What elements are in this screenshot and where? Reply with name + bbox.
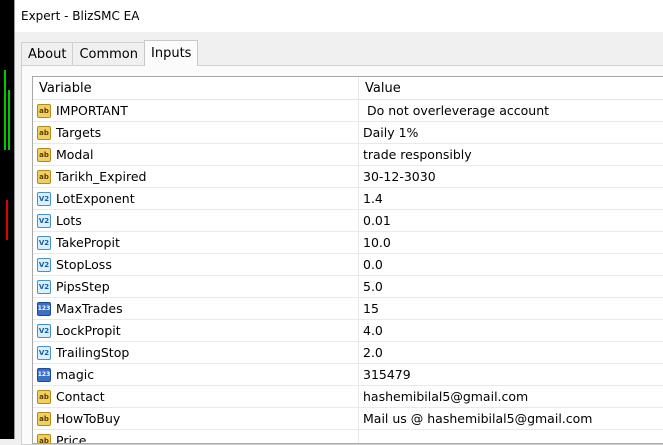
- table-row[interactable]: ab Targets Daily 1%: [33, 122, 663, 144]
- value-cell[interactable]: 4.0: [359, 320, 383, 341]
- tab-common[interactable]: Common: [72, 42, 145, 66]
- double-icon: V2: [37, 323, 51, 338]
- double-icon: V2: [37, 191, 51, 206]
- variable-cell: V2 Lots: [33, 210, 359, 231]
- variable-name: Contact: [56, 389, 105, 404]
- table-row[interactable]: 123 MaxTrades 15: [33, 298, 663, 320]
- variable-cell: ab IMPORTANT: [33, 100, 359, 121]
- double-icon: V2: [37, 279, 51, 294]
- inputs-table: Variable Value ab IMPORTANT Do not overlev…: [32, 76, 663, 444]
- variable-cell: 123 MaxTrades: [33, 298, 359, 319]
- double-icon: V2: [37, 345, 51, 360]
- value-cell[interactable]: Mail us @ hashemibilal5@gmail.com: [359, 408, 592, 429]
- double-icon: V2: [37, 235, 51, 250]
- table-row[interactable]: V2 Lots 0.01: [33, 210, 663, 232]
- variable-cell: ab Targets: [33, 122, 359, 143]
- title-bar[interactable]: Expert - BlizSMC EA: [15, 0, 663, 32]
- value-cell[interactable]: [359, 430, 363, 443]
- expert-properties-dialog: Expert - BlizSMC EA About Common Inputs …: [14, 0, 663, 445]
- value-cell[interactable]: Daily 1%: [359, 122, 418, 143]
- variable-name: HowToBuy: [56, 411, 121, 426]
- variable-cell: V2 PipsStep: [33, 276, 359, 297]
- value-cell[interactable]: Do not overleverage account: [359, 100, 549, 121]
- double-icon: V2: [37, 257, 51, 272]
- table-header: Variable Value: [33, 77, 663, 100]
- string-icon: ab: [37, 147, 51, 162]
- value-cell[interactable]: 15: [359, 298, 379, 319]
- variable-name: Modal: [56, 147, 94, 162]
- variable-name: PipsStep: [56, 279, 110, 294]
- variable-name: IMPORTANT: [56, 103, 128, 118]
- variable-name: magic: [56, 367, 95, 382]
- variable-name: LockPropit: [56, 323, 121, 338]
- value-cell[interactable]: 2.0: [359, 342, 383, 363]
- chart-candle-down: [6, 200, 8, 240]
- value-cell[interactable]: 0.0: [359, 254, 383, 275]
- value-cell[interactable]: 1.4: [359, 188, 383, 209]
- variable-cell: ab Contact: [33, 386, 359, 407]
- table-row[interactable]: ab Modal trade responsibly: [33, 144, 663, 166]
- value-cell[interactable]: trade responsibly: [359, 144, 472, 165]
- tab-inputs[interactable]: Inputs: [144, 40, 199, 66]
- variable-cell: ab Modal: [33, 144, 359, 165]
- variable-name: TakePropit: [56, 235, 120, 250]
- column-header-variable[interactable]: Variable: [33, 77, 359, 99]
- window-title: Expert - BlizSMC EA: [21, 9, 140, 23]
- tab-about[interactable]: About: [21, 42, 74, 66]
- value-cell[interactable]: 315479: [359, 364, 411, 385]
- double-icon: V2: [37, 213, 51, 228]
- variable-name: MaxTrades: [56, 301, 123, 316]
- table-row[interactable]: V2 LotExponent 1.4: [33, 188, 663, 210]
- string-icon: ab: [37, 103, 51, 118]
- table-row[interactable]: ab HowToBuy Mail us @ hashemibilal5@gmail.…: [33, 408, 663, 430]
- chart-candle-up: [8, 90, 10, 150]
- string-icon: ab: [37, 125, 51, 140]
- variable-name: LotExponent: [56, 191, 135, 206]
- variable-name: Lots: [56, 213, 82, 228]
- column-header-value[interactable]: Value: [359, 77, 401, 99]
- table-row[interactable]: 123 magic 315479: [33, 364, 663, 386]
- integer-icon: 123: [37, 301, 51, 316]
- variable-cell: ab HowToBuy: [33, 408, 359, 429]
- value-cell[interactable]: 30-12-3030: [359, 166, 436, 187]
- tab-strip: About Common Inputs: [21, 40, 199, 66]
- inputs-panel: Variable Value ab IMPORTANT Do not overlev…: [21, 65, 663, 445]
- variable-cell: ab Tarikh_Expired: [33, 166, 359, 187]
- chart-candle-up: [4, 70, 6, 150]
- table-row[interactable]: ab Contact hashemibilal5@gmail.com: [33, 386, 663, 408]
- variable-cell: V2 TakePropit: [33, 232, 359, 253]
- table-body: ab IMPORTANT Do not overleverage account ab…: [33, 100, 663, 443]
- variable-cell: V2 StopLoss: [33, 254, 359, 275]
- table-row[interactable]: ab IMPORTANT Do not overleverage account: [33, 100, 663, 122]
- string-icon: ab: [37, 389, 51, 404]
- integer-icon: 123: [37, 367, 51, 382]
- table-row[interactable]: V2 LockPropit 4.0: [33, 320, 663, 342]
- string-icon: ab: [37, 411, 51, 426]
- variable-cell: V2 LockPropit: [33, 320, 359, 341]
- variable-name: TrailingStop: [56, 345, 130, 360]
- value-cell[interactable]: hashemibilal5@gmail.com: [359, 386, 528, 407]
- variable-name: Targets: [56, 125, 102, 140]
- value-cell[interactable]: 0.01: [359, 210, 391, 231]
- string-icon: ab: [37, 169, 51, 184]
- table-row[interactable]: V2 TrailingStop 2.0: [33, 342, 663, 364]
- variable-cell: ab Price: [33, 430, 359, 443]
- value-cell[interactable]: 10.0: [359, 232, 391, 253]
- table-row[interactable]: V2 StopLoss 0.0: [33, 254, 663, 276]
- chart-background-strip: [0, 0, 14, 439]
- table-row[interactable]: V2 TakePropit 10.0: [33, 232, 663, 254]
- value-cell[interactable]: 5.0: [359, 276, 383, 297]
- variable-cell: 123 magic: [33, 364, 359, 385]
- variable-name: Tarikh_Expired: [56, 169, 147, 184]
- variable-cell: V2 LotExponent: [33, 188, 359, 209]
- variable-cell: V2 TrailingStop: [33, 342, 359, 363]
- table-row[interactable]: ab Tarikh_Expired 30-12-3030: [33, 166, 663, 188]
- table-row[interactable]: V2 PipsStep 5.0: [33, 276, 663, 298]
- variable-name: StopLoss: [56, 257, 112, 272]
- table-row[interactable]: ab Price: [33, 430, 663, 443]
